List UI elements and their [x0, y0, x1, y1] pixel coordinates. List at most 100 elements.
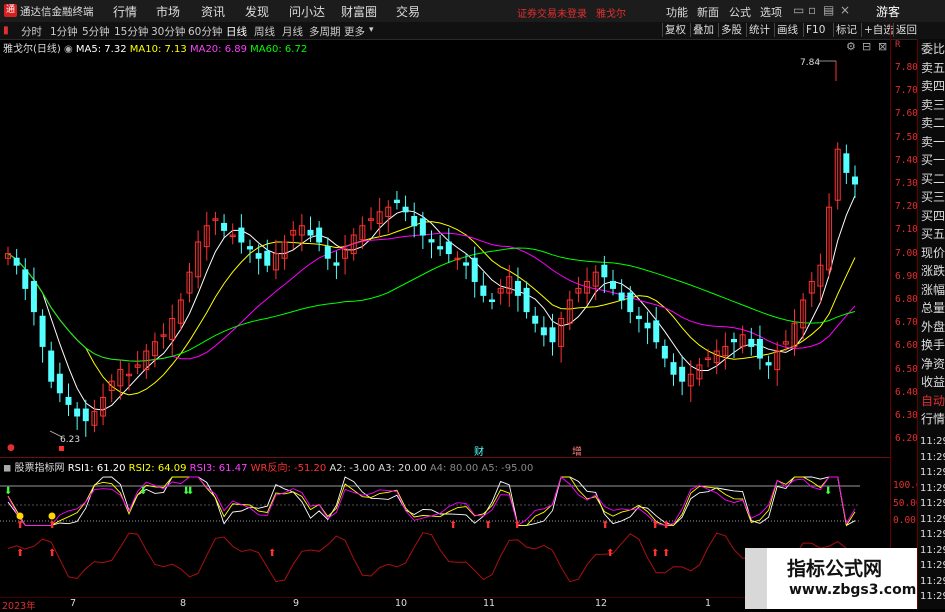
- side-panel-item[interactable]: 现价: [921, 246, 945, 260]
- side-panel-item[interactable]: 换手: [921, 338, 945, 352]
- side-panel-time: 11:29: [920, 560, 945, 571]
- period-daily[interactable]: 日线: [226, 24, 247, 39]
- restore-icon[interactable]: ▫: [808, 3, 816, 17]
- candle-body: [635, 315, 642, 320]
- price-tick: 6.80: [895, 294, 918, 305]
- event-marker-red-icon[interactable]: ●: [7, 443, 15, 453]
- side-panel-item[interactable]: 总量: [921, 301, 945, 315]
- menu-wealth[interactable]: 财富圈: [341, 3, 377, 20]
- side-panel-item[interactable]: 自动: [921, 394, 945, 408]
- statistics-button[interactable]: 统计: [746, 23, 772, 37]
- menu-market[interactable]: 市场: [156, 3, 180, 20]
- minimize-icon[interactable]: ▭: [793, 3, 804, 17]
- wr-line: [7, 532, 856, 583]
- stock-name-menu[interactable]: 雅戈尔: [596, 5, 626, 20]
- side-panel-item[interactable]: 涨跌: [921, 264, 945, 278]
- event-marker-increase[interactable]: 增: [572, 443, 582, 458]
- period-more[interactable]: 更多: [344, 24, 365, 39]
- signal-dot: [16, 512, 24, 520]
- time-year: 2023年: [2, 601, 36, 612]
- menu-new-page[interactable]: 新面: [697, 4, 719, 20]
- candle-body: [247, 246, 253, 250]
- side-panel-item[interactable]: 买一: [921, 153, 945, 167]
- side-panel-item[interactable]: 行情: [921, 412, 945, 426]
- side-panel-item[interactable]: 买五: [921, 227, 945, 241]
- side-panel-item[interactable]: 收益: [921, 375, 945, 389]
- side-panel-item[interactable]: 买二: [921, 172, 945, 186]
- menu-options[interactable]: 选项: [760, 4, 782, 20]
- candle-body: [437, 246, 444, 250]
- side-panel-item[interactable]: 外盘: [921, 320, 945, 334]
- draw-line-button[interactable]: 画线: [774, 23, 800, 37]
- minus-icon[interactable]: ⊟: [862, 40, 871, 53]
- candlestick-chart[interactable]: 7.84 6.23: [0, 39, 890, 457]
- candle-body: [852, 176, 858, 185]
- high-label: 7.84: [800, 58, 820, 68]
- period-monthly[interactable]: 月线: [282, 24, 303, 39]
- period-1min[interactable]: 1分钟: [50, 24, 78, 39]
- menu-formula[interactable]: 公式: [729, 4, 751, 20]
- side-panel-item[interactable]: 卖二: [921, 116, 945, 130]
- menu-trade[interactable]: 交易: [396, 3, 420, 20]
- f10-button[interactable]: F10: [803, 23, 827, 37]
- period-multi[interactable]: 多周期: [309, 24, 341, 39]
- menu-news[interactable]: 资讯: [201, 3, 225, 20]
- candle-body: [316, 227, 323, 243]
- close-panel-icon[interactable]: ×: [840, 3, 850, 17]
- legend-toggle-icon[interactable]: ◉: [64, 44, 73, 55]
- period-intraday[interactable]: 分时: [21, 24, 42, 39]
- period-15min[interactable]: 15分钟: [114, 24, 148, 39]
- guest-label[interactable]: 游客: [876, 3, 900, 20]
- period-weekly[interactable]: 周线: [254, 24, 275, 39]
- multi-stock-button[interactable]: 多股: [718, 23, 744, 37]
- candle-body: [618, 292, 625, 301]
- login-notice[interactable]: 证券交易未登录: [517, 5, 587, 20]
- side-panel-item[interactable]: 卖三: [921, 98, 945, 112]
- settings-icon[interactable]: ⚙: [846, 40, 856, 53]
- side-panel-item[interactable]: 卖五: [921, 61, 945, 75]
- close-icon[interactable]: ⊠: [878, 40, 887, 53]
- menu-ask[interactable]: 问小达: [289, 3, 325, 20]
- time-sep: 9: [293, 598, 300, 609]
- side-panel-item[interactable]: 卖四: [921, 79, 945, 93]
- side-panel-item[interactable]: 买三: [921, 190, 945, 204]
- legend-ma5: MA5: 7.32: [75, 44, 127, 55]
- side-panel-time: 11:29: [920, 575, 945, 587]
- period-30min[interactable]: 30分钟: [151, 24, 185, 39]
- side-panel-time: 11:29: [920, 544, 945, 556]
- candle-body: [56, 373, 63, 394]
- signal-dot: [48, 512, 56, 520]
- price-tick: 7.10: [895, 224, 918, 236]
- side-panel-item[interactable]: 委比: [921, 42, 945, 56]
- side-panel-time: 11:29: [920, 467, 945, 478]
- period-5min[interactable]: 5分钟: [82, 24, 110, 39]
- ma-line: [7, 195, 856, 411]
- price-tick: 7.70: [895, 85, 918, 97]
- time-dec: 12: [595, 598, 608, 609]
- ma-line: [7, 247, 856, 362]
- side-panel-item[interactable]: 涨幅: [921, 283, 945, 297]
- side-panel-item[interactable]: 卖一: [921, 135, 945, 149]
- side-panel-time: 11:29: [920, 436, 945, 447]
- candle-body: [523, 287, 530, 313]
- up-arrow-icon: ⬆: [48, 520, 56, 531]
- side-panel-item[interactable]: 买四: [921, 209, 945, 223]
- time-jan: 1: [705, 598, 712, 609]
- menu-function[interactable]: 功能: [666, 4, 688, 20]
- mark-button[interactable]: 标记: [833, 23, 859, 37]
- candle-body: [549, 327, 556, 343]
- menu-discover[interactable]: 发现: [245, 3, 269, 20]
- candle-body: [756, 338, 763, 359]
- price-tick: 6.60: [895, 340, 918, 352]
- overlay-button[interactable]: 叠加: [690, 23, 716, 37]
- chevron-down-icon[interactable]: ▾: [369, 25, 374, 35]
- event-marker-dividend[interactable]: ▪: [58, 443, 65, 454]
- window-list-icon[interactable]: ▤: [823, 3, 834, 17]
- side-panel-item[interactable]: 净资: [921, 357, 945, 371]
- up-arrow-icon: ⬆: [662, 548, 670, 559]
- candle-body: [480, 285, 487, 296]
- event-marker-finance[interactable]: 财: [474, 443, 484, 458]
- period-60min[interactable]: 60分钟: [188, 24, 222, 39]
- adjust-button[interactable]: 复权: [662, 23, 688, 37]
- menu-quotes[interactable]: 行情: [113, 3, 137, 20]
